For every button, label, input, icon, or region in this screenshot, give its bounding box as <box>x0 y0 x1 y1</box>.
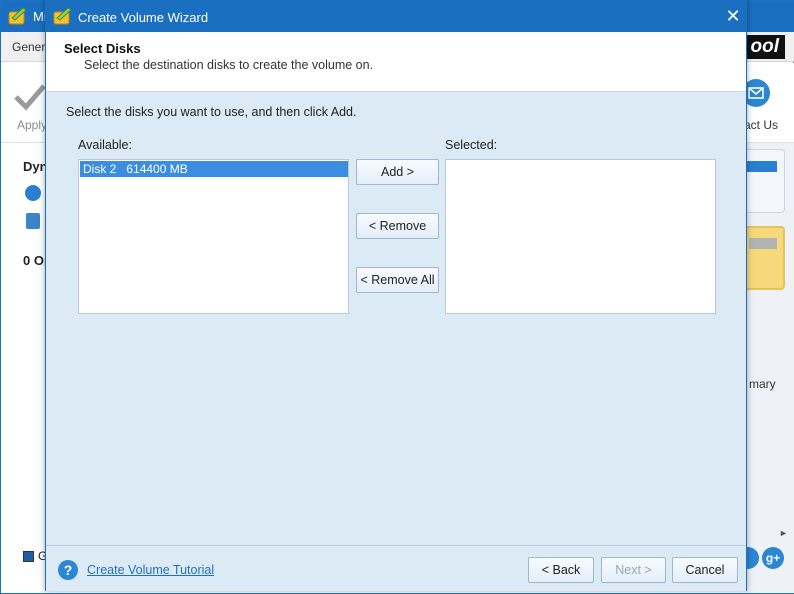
apply-button-label[interactable]: Apply <box>17 118 47 132</box>
disk-card-1[interactable] <box>741 149 785 213</box>
scroll-right-icon[interactable]: ► <box>779 528 788 538</box>
dialog-titlebar[interactable]: Create Volume Wizard ✕ <box>46 1 746 32</box>
step-title: Select Disks <box>64 41 141 56</box>
apply-check-icon[interactable] <box>13 81 47 111</box>
cancel-button[interactable]: Cancel <box>672 557 738 583</box>
close-icon[interactable]: ✕ <box>724 6 742 26</box>
primary-label-partial: mary <box>749 377 776 391</box>
selected-disks-list[interactable] <box>445 159 716 314</box>
dialog-footer: ? Create Volume Tutorial < Back Next > C… <box>46 545 746 591</box>
disk-card-2-bar <box>749 238 777 249</box>
disk-card-2[interactable] <box>741 226 785 290</box>
create-volume-icon[interactable] <box>25 185 41 201</box>
selected-label: Selected: <box>445 138 498 152</box>
remove-button[interactable]: < Remove <box>356 213 439 239</box>
available-disks-list[interactable]: Disk 2 614400 MB <box>78 159 349 314</box>
create-volume-tutorial-link[interactable]: Create Volume Tutorial <box>87 563 214 577</box>
legend-swatch <box>23 551 34 562</box>
add-button[interactable]: Add > <box>356 159 439 185</box>
brand-logo: ool <box>744 35 785 59</box>
list-item-disk-2[interactable]: Disk 2 614400 MB <box>80 161 348 177</box>
background-left-panel <box>1 143 47 593</box>
available-label: Available: <box>78 138 132 152</box>
wizard-icon <box>53 7 72 25</box>
google-plus-icon[interactable]: g+ <box>762 547 784 569</box>
contact-us-label[interactable]: act Us <box>744 118 778 132</box>
partition-wizard-icon <box>8 7 27 25</box>
next-button[interactable]: Next > <box>601 557 666 583</box>
dialog-title: Create Volume Wizard <box>78 10 209 25</box>
remove-all-button[interactable]: < Remove All <box>356 267 439 293</box>
step-subtitle: Select the destination disks to create t… <box>84 58 374 72</box>
create-volume-dialog: Create Volume Wizard ✕ Select Disks Sele… <box>45 0 747 591</box>
wizard-step-header: Select Disks Select the destination disk… <box>46 32 746 92</box>
left-panel-heading: Dyn <box>23 159 48 174</box>
instruction-text: Select the disks you want to use, and th… <box>66 105 357 119</box>
disk-icon[interactable] <box>26 213 40 229</box>
menu-general[interactable]: Gener <box>12 40 45 54</box>
back-button[interactable]: < Back <box>528 557 594 583</box>
disk-card-1-bar <box>747 161 777 172</box>
help-icon[interactable]: ? <box>58 560 78 580</box>
